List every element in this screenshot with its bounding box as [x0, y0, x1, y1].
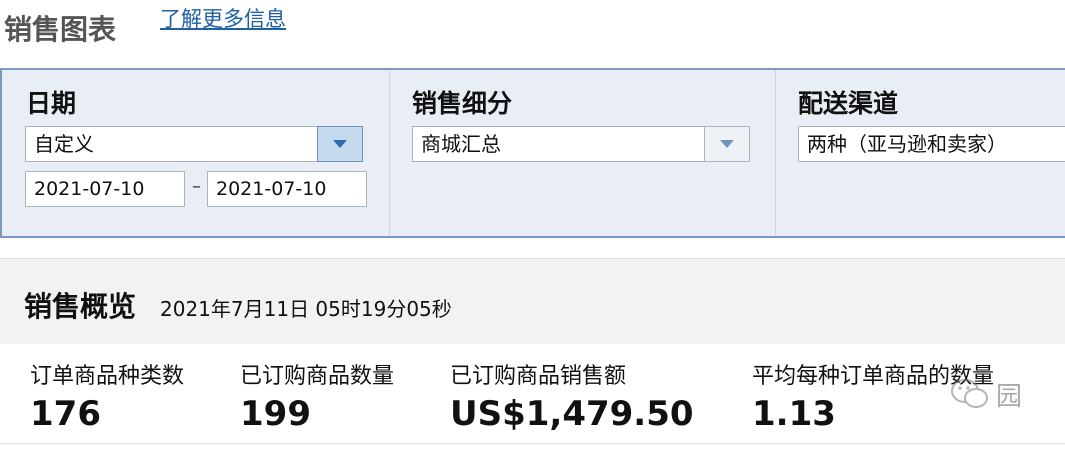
date-label: 日期 [26, 89, 77, 118]
channel-filter: 配送渠道 两种（亚马逊和卖家） [775, 70, 1065, 236]
segment-select[interactable]: 商城汇总 [412, 126, 705, 162]
watermark: 园 [950, 368, 1065, 420]
metric-value: 199 [240, 394, 311, 434]
metric-sales-amount: 已订购商品销售额 US$1,479.50 [450, 358, 694, 434]
filter-panel: 日期 自定义 2021-07-10 – 2021-07-10 销售细分 商城汇总… [0, 68, 1065, 238]
metric-item-count: 订单商品种类数 176 [30, 358, 184, 434]
learn-more-link[interactable]: 了解更多信息 [160, 3, 286, 33]
date-range-select[interactable]: 自定义 [25, 126, 318, 162]
chevron-down-icon [333, 140, 347, 148]
metric-label: 订单商品种类数 [30, 364, 185, 389]
start-date-input[interactable]: 2021-07-10 [25, 171, 185, 207]
date-filter: 日期 自定义 2021-07-10 – 2021-07-10 [2, 70, 389, 236]
page-title: 销售图表 [4, 13, 117, 46]
segment-filter: 销售细分 商城汇总 [389, 70, 775, 236]
wechat-icon [951, 379, 988, 408]
channel-label: 配送渠道 [798, 89, 899, 118]
chevron-down-icon [720, 140, 734, 148]
metric-units-ordered: 已订购商品数量 199 [240, 358, 394, 434]
metric-value: 176 [30, 394, 101, 434]
sales-overview-header: 销售概览 2021年7月11日 05时19分05秒 [0, 258, 1065, 344]
end-date-input[interactable]: 2021-07-10 [207, 171, 367, 207]
segment-dropdown-button[interactable] [704, 126, 750, 162]
metrics-row: 订单商品种类数 176 已订购商品数量 199 已订购商品销售额 US$1,47… [0, 344, 1065, 444]
watermark-text: 园 [996, 381, 1023, 412]
metric-label: 已订购商品数量 [240, 364, 395, 389]
overview-title: 销售概览 [24, 290, 137, 323]
channel-select[interactable]: 两种（亚马逊和卖家） [798, 126, 1065, 162]
date-separator: – [192, 176, 201, 197]
segment-label: 销售细分 [412, 89, 513, 118]
overview-timestamp: 2021年7月11日 05时19分05秒 [160, 297, 452, 321]
date-range-dropdown-button[interactable] [317, 126, 363, 162]
metric-label: 已订购商品销售额 [450, 364, 627, 389]
metric-value: US$1,479.50 [450, 394, 694, 434]
